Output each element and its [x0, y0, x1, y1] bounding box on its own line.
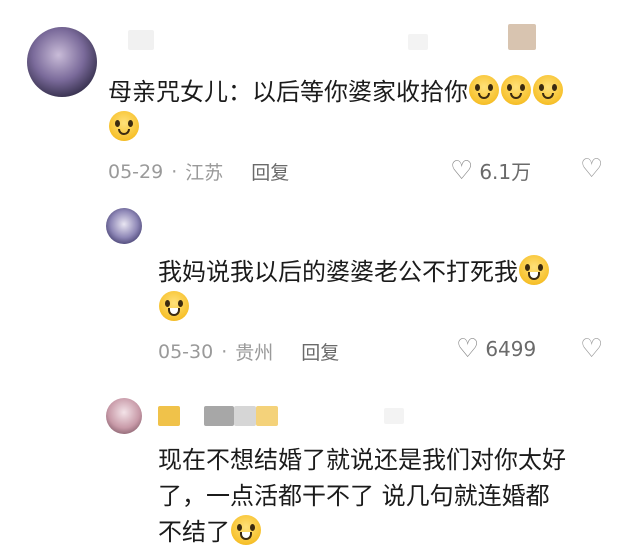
- username-redacted: [158, 406, 180, 426]
- comment-text-line1: 现在不想结婚了就说还是我们对你太好: [158, 446, 566, 474]
- comment-text-line3: 不结了: [158, 512, 262, 552]
- broken-heart-icon[interactable]: ♡: [580, 156, 603, 182]
- smile-emoji: [501, 75, 531, 105]
- heart-icon: ♡: [456, 334, 480, 364]
- comment-text: 我妈说我以后的婆婆老公不打死我: [158, 252, 550, 292]
- sweat-smile-emoji: [231, 515, 261, 545]
- separator-dot: ·: [221, 340, 228, 363]
- username-redacted: [384, 408, 404, 424]
- comment-date: 05-29: [108, 160, 164, 183]
- comment-text-line2: 了，一点活都干不了 说几句就连婚都: [158, 482, 550, 510]
- comment-location: 江苏: [185, 162, 224, 184]
- smile-emoji: [533, 75, 563, 105]
- comment-text-cont: [158, 288, 190, 328]
- broken-heart-icon[interactable]: ♡: [580, 336, 603, 362]
- comment-meta: 05-30 · 贵州 回复: [158, 338, 339, 365]
- username-redacted: [128, 30, 154, 50]
- heart-icon: ♡: [450, 155, 474, 186]
- username-redacted: [408, 34, 428, 50]
- username-redacted: [256, 406, 278, 426]
- avatar[interactable]: [106, 398, 142, 434]
- username-redacted: [508, 24, 536, 50]
- separator-dot: ·: [171, 160, 178, 183]
- like-button[interactable]: ♡ 6499: [456, 336, 536, 362]
- smile-emoji: [469, 75, 499, 105]
- comment-location: 贵州: [235, 342, 274, 364]
- sweat-smile-emoji: [519, 255, 549, 285]
- avatar[interactable]: [106, 208, 142, 244]
- smile-emoji: [109, 111, 139, 141]
- comment-text: 母亲咒女儿：以后等你婆家收拾你: [108, 72, 564, 112]
- comment-meta: 05-29 · 江苏 回复: [108, 158, 289, 185]
- avatar[interactable]: [27, 27, 97, 97]
- sweat-smile-emoji: [159, 291, 189, 321]
- like-count: 6499: [485, 337, 537, 361]
- reply-button[interactable]: 回复: [301, 338, 339, 365]
- comment-date: 05-30: [158, 340, 214, 363]
- reply-button[interactable]: 回复: [251, 158, 289, 185]
- username-redacted: [234, 406, 256, 426]
- like-button[interactable]: ♡ 6.1万: [450, 156, 531, 185]
- like-count: 6.1万: [479, 160, 532, 184]
- comment-text-cont: [108, 108, 140, 148]
- username-redacted: [204, 406, 234, 426]
